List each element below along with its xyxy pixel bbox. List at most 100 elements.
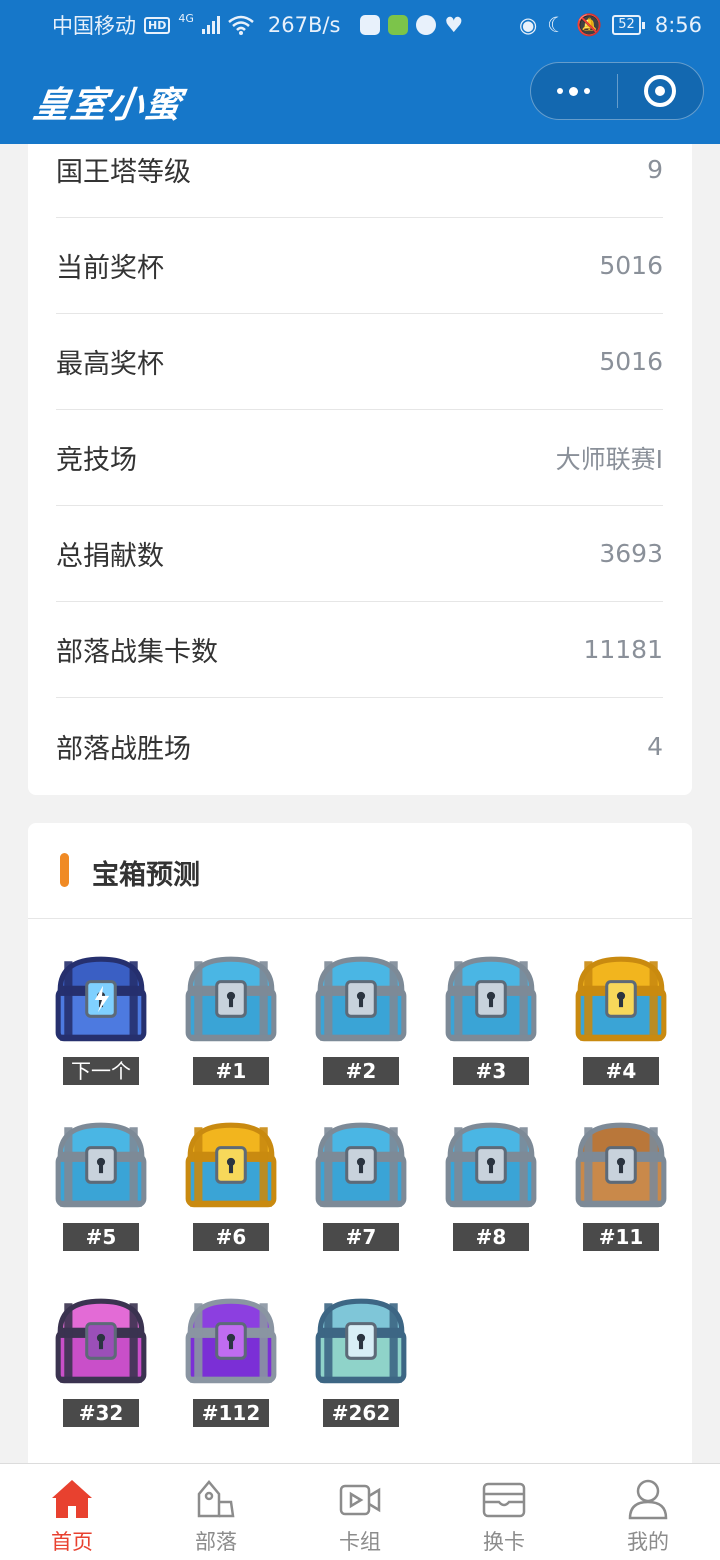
status-bar: 中国移动 HD 4G 267B/s ♥ ◉ ☾ 🔕 52 8:56: [0, 0, 720, 50]
chest-32[interactable]: #32: [46, 1291, 156, 1441]
health-heart-icon: ♥: [444, 13, 464, 37]
silver-chest-icon: [310, 1115, 412, 1217]
stat-value: 11181: [583, 635, 663, 664]
chest-label: #5: [63, 1223, 139, 1251]
close-mini-program-button[interactable]: [618, 63, 704, 119]
clan-icon: [197, 1480, 235, 1518]
tab-deck[interactable]: 卡组: [288, 1464, 432, 1560]
stat-label: 竞技场: [56, 445, 137, 476]
stat-row-arena: 竞技场 大师联赛I: [56, 410, 663, 506]
clock-time: 8:56: [654, 13, 702, 37]
mini-program-capsule: [530, 62, 704, 120]
network-speed: 267B/s: [267, 13, 341, 37]
wifi-icon: [228, 15, 254, 35]
golden-chest-icon: [180, 1115, 282, 1217]
signal-icon: [201, 16, 220, 34]
section-header: 宝箱预测: [28, 823, 692, 919]
silver-chest-icon: [440, 1115, 542, 1217]
golden-chest-icon: [570, 949, 672, 1051]
tab-label: 首页: [51, 1530, 93, 1554]
tab-clan[interactable]: 部落: [144, 1464, 288, 1560]
stat-label: 部落战胜场: [56, 733, 191, 765]
chest-7[interactable]: #7: [306, 1115, 416, 1265]
silver-chest-icon: [180, 949, 282, 1051]
tab-home[interactable]: 首页: [0, 1464, 144, 1560]
stat-value: 5016: [599, 347, 663, 376]
hd-badge: HD: [144, 16, 171, 34]
more-button[interactable]: [531, 63, 617, 119]
music-app-icon: [360, 15, 381, 35]
stat-row-king-level: 国王塔等级 9: [56, 122, 663, 218]
chest-112[interactable]: #112: [176, 1291, 286, 1441]
stat-row-war-cards: 部落战集卡数 11181: [56, 602, 663, 698]
chest-label: #112: [193, 1399, 269, 1427]
stat-label: 总捐献数: [56, 541, 164, 572]
wooden-chest-icon: [570, 1115, 672, 1217]
hand-app-icon: [416, 15, 437, 35]
stat-label: 最高奖杯: [56, 349, 164, 380]
more-dots-icon: [557, 86, 591, 96]
chest-label: #32: [63, 1399, 139, 1427]
chest-label: #3: [453, 1057, 529, 1085]
stat-label: 国王塔等级: [56, 157, 191, 188]
mute-bell-icon: 🔕: [576, 12, 603, 37]
chest-262[interactable]: #262: [306, 1291, 416, 1441]
stat-label: 当前奖杯: [56, 253, 164, 284]
stat-row-war-wins: 部落战胜场 4: [56, 698, 663, 794]
network-type: 4G: [178, 11, 194, 25]
moon-icon: ☾: [547, 13, 567, 37]
tab-label: 我的: [627, 1530, 669, 1554]
silver-chest-icon: [310, 949, 412, 1051]
chest-11[interactable]: #11: [566, 1115, 676, 1265]
chest-next[interactable]: 下一个: [46, 949, 156, 1099]
battery-level: 52: [612, 15, 641, 35]
stat-value: 3693: [599, 539, 663, 568]
bottom-tab-bar: 首页 部落 卡组 换卡 我的: [0, 1463, 720, 1560]
battery-icon: 52: [612, 15, 645, 35]
chest-label: #1: [193, 1057, 269, 1085]
chest-2[interactable]: #2: [306, 949, 416, 1099]
eye-comfort-icon: ◉: [518, 13, 538, 37]
chest-5[interactable]: #5: [46, 1115, 156, 1265]
silver-chest-icon: [440, 949, 542, 1051]
section-accent-bar: [60, 853, 69, 887]
carrier-name: 中国移动: [52, 14, 136, 38]
chest-3[interactable]: #3: [436, 949, 546, 1099]
tab-mine[interactable]: 我的: [576, 1464, 720, 1560]
home-icon: [52, 1480, 92, 1518]
magical-chest-icon: [50, 1291, 152, 1393]
chest-label: #7: [323, 1223, 399, 1251]
chest-label: #2: [323, 1057, 399, 1085]
video-deck-icon: [339, 1484, 381, 1516]
tab-label: 部落: [195, 1530, 237, 1554]
app-logo-text: 皇室小蜜: [30, 85, 185, 126]
stat-row-current-trophies: 当前奖杯 5016: [56, 218, 663, 314]
chest-4[interactable]: #4: [566, 949, 676, 1099]
tab-exchange[interactable]: 换卡: [432, 1464, 576, 1560]
lightning-chest-icon: [50, 949, 152, 1051]
chest-prediction-card: 宝箱预测 下一个 #1 #2 #3 #4 #5 #6 #7 #8 #11 #32…: [28, 823, 692, 1463]
player-stats-card: 国王塔等级 9 当前奖杯 5016 最高奖杯 5016 竞技场 大师联赛I 总捐…: [28, 144, 692, 795]
chest-1[interactable]: #1: [176, 949, 286, 1099]
chest-8[interactable]: #8: [436, 1115, 546, 1265]
kite-app-icon: [388, 15, 409, 35]
stat-value: 4: [647, 731, 663, 761]
stat-value: 大师联赛I: [555, 444, 663, 474]
stat-value: 9: [647, 155, 663, 184]
section-title: 宝箱预测: [92, 860, 200, 891]
tab-label: 卡组: [339, 1530, 381, 1554]
user-icon: [628, 1479, 668, 1520]
chest-label: #6: [193, 1223, 269, 1251]
chest-6[interactable]: #6: [176, 1115, 286, 1265]
chest-label: #262: [323, 1399, 399, 1427]
target-circle-icon: [644, 75, 677, 107]
legendary-chest-icon: [310, 1291, 412, 1393]
giant-chest-icon: [180, 1291, 282, 1393]
stat-label: 部落战集卡数: [56, 637, 218, 668]
chest-label: #4: [583, 1057, 659, 1085]
silver-chest-icon: [50, 1115, 152, 1217]
stat-row-donations: 总捐献数 3693: [56, 506, 663, 602]
tab-label: 换卡: [483, 1530, 525, 1554]
chest-label: 下一个: [63, 1057, 139, 1085]
chest-label: #8: [453, 1223, 529, 1251]
